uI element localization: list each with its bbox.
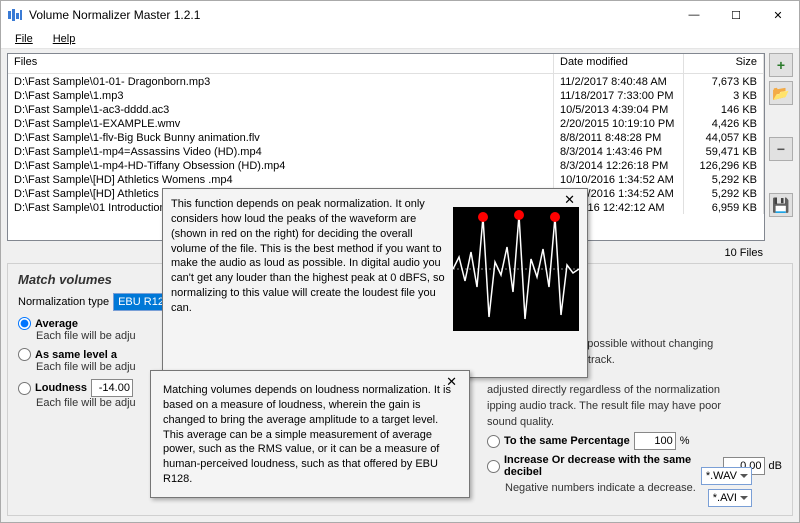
file-list-header[interactable]: Files Date modified Size <box>8 54 764 74</box>
right-line4: ipping audio track. The result file may … <box>487 400 782 412</box>
menu-file[interactable]: File <box>5 31 43 47</box>
radio-decibel-label: Increase Or decrease with the same decib… <box>504 454 719 478</box>
right-line5: sound quality. <box>487 416 782 428</box>
close-button[interactable]: ✕ <box>757 1 799 29</box>
file-row[interactable]: D:\Fast Sample\[HD] Athletics Womens .mp… <box>8 172 764 186</box>
app-icon <box>7 7 23 23</box>
menu-help[interactable]: Help <box>43 31 86 47</box>
file-row[interactable]: D:\Fast Sample\1-mp4-HD-Tiffany Obsessio… <box>8 158 764 172</box>
col-files[interactable]: Files <box>8 54 554 73</box>
col-date[interactable]: Date modified <box>554 54 684 73</box>
radio-average-label: Average <box>35 318 78 330</box>
window-title: Volume Normalizer Master 1.2.1 <box>29 8 673 22</box>
titlebar[interactable]: Volume Normalizer Master 1.2.1 — ☐ ✕ <box>1 1 799 29</box>
maximize-button[interactable]: ☐ <box>715 1 757 29</box>
menubar: File Help <box>1 29 799 49</box>
format-wav[interactable]: *.WAV <box>701 467 752 485</box>
radio-samelevel-label: As same level a <box>35 349 117 361</box>
format-avi[interactable]: *.AVI <box>708 489 752 507</box>
format-row: *.WAV *.AVI <box>701 467 752 507</box>
pop2-text: Matching volumes depends on loudness nor… <box>159 379 461 491</box>
ntype-label: Normalization type <box>18 296 109 308</box>
file-row[interactable]: D:\Fast Sample\1-EXAMPLE.wmv2/20/2015 10… <box>8 116 764 130</box>
radio-average[interactable] <box>18 317 31 330</box>
add-file-button[interactable]: + <box>769 53 793 77</box>
file-row[interactable]: D:\Fast Sample\1.mp311/18/2017 7:33:00 P… <box>8 88 764 102</box>
right-line3: adjusted directly regardless of the norm… <box>487 384 782 396</box>
popup-loudness-close[interactable]: ✕ <box>440 373 463 391</box>
radio-loudness-label: Loudness <box>35 382 87 394</box>
col-size[interactable]: Size <box>684 54 764 73</box>
file-row[interactable]: D:\Fast Sample\1-flv-Big Buck Bunny anim… <box>8 130 764 144</box>
pop1-text: This function depends on peak normalizat… <box>171 197 445 369</box>
file-row[interactable]: D:\Fast Sample\1-mp4=Assassins Video (HD… <box>8 144 764 158</box>
radio-percentage-label: To the same Percentage <box>504 435 630 447</box>
loudness-input[interactable] <box>91 379 133 397</box>
file-row[interactable]: D:\Fast Sample\01-01- Dragonborn.mp311/2… <box>8 74 764 88</box>
remove-button[interactable]: − <box>769 137 793 161</box>
popup-peak-norm: ✕ This function depends on peak normaliz… <box>162 188 588 378</box>
radio-loudness[interactable] <box>18 382 31 395</box>
add-folder-button[interactable]: 📂 <box>769 81 793 105</box>
radio-decibel[interactable] <box>487 460 500 473</box>
side-buttons: + 📂 − 💾 <box>769 53 793 241</box>
radio-percentage[interactable] <box>487 435 500 448</box>
popup-loudness-norm: ✕ Matching volumes depends on loudness n… <box>150 370 470 498</box>
minimize-button[interactable]: — <box>673 1 715 29</box>
waveform-preview <box>453 207 579 331</box>
save-button[interactable]: 💾 <box>769 193 793 217</box>
radio-samelevel[interactable] <box>18 348 31 361</box>
file-row[interactable]: D:\Fast Sample\1-ac3-dddd.ac310/5/2013 4… <box>8 102 764 116</box>
percentage-input[interactable] <box>634 432 676 450</box>
